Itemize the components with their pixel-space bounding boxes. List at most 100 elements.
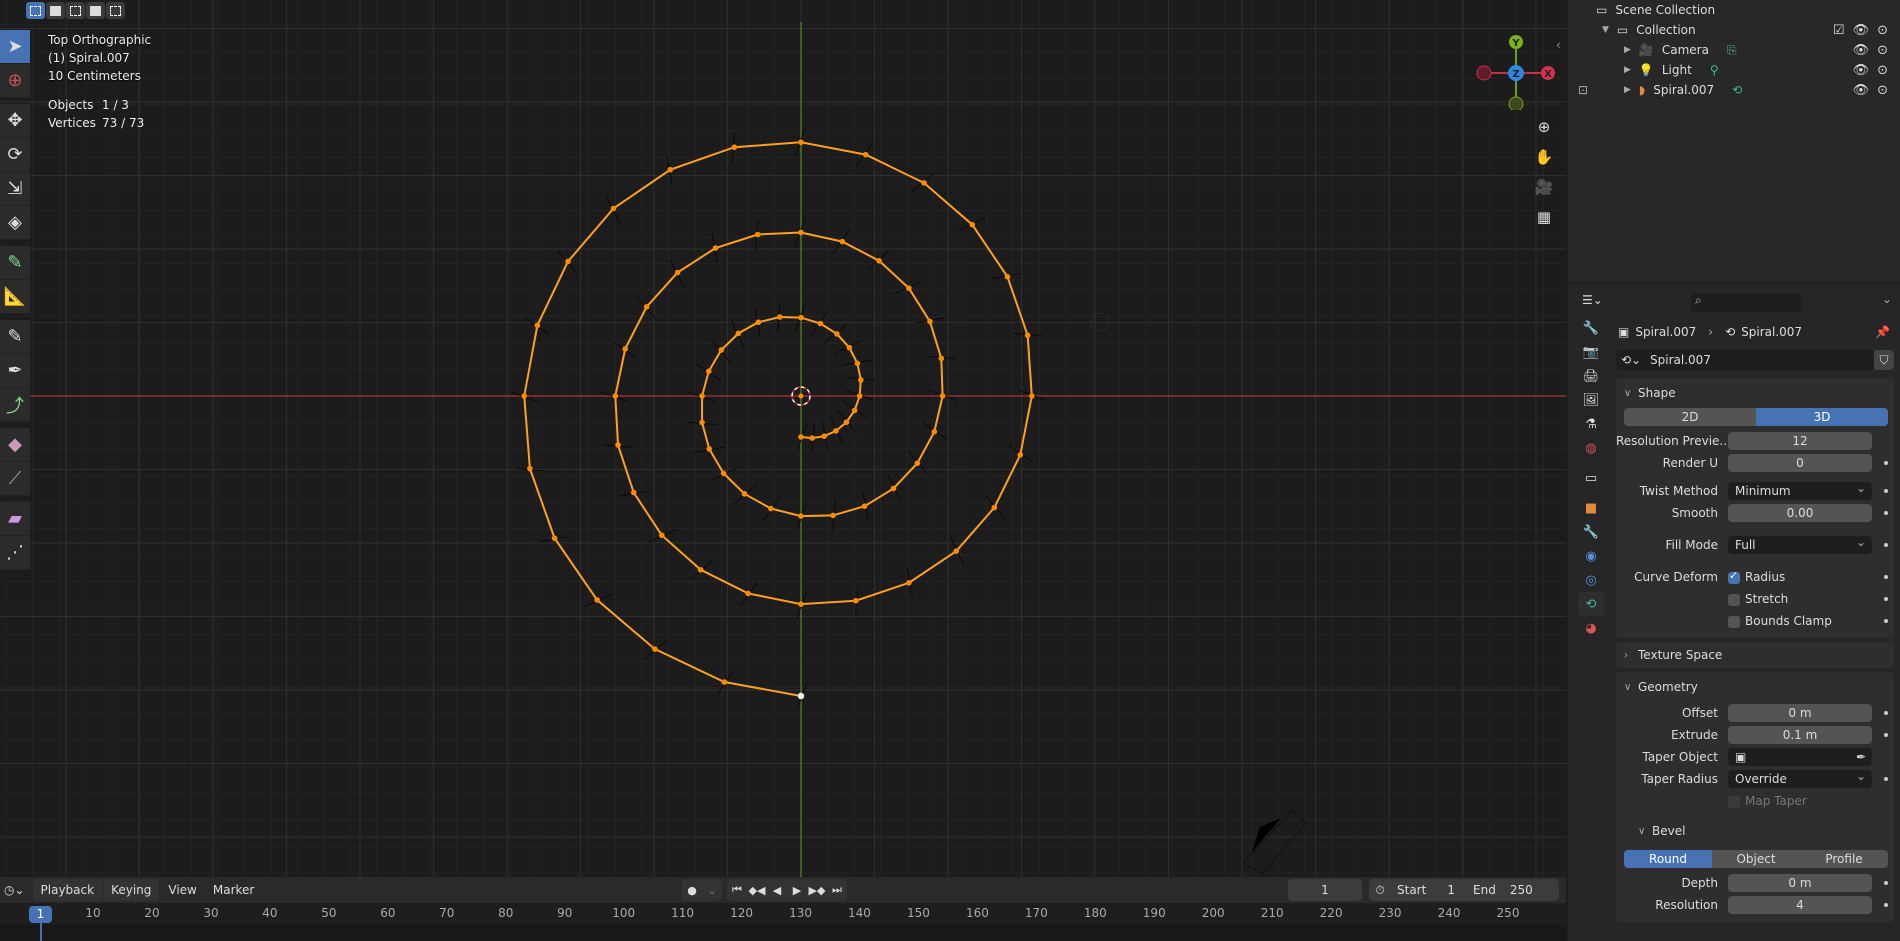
tool-radius[interactable]: ◆ [0, 428, 30, 462]
tool-randomize[interactable]: ⋰ [0, 536, 30, 570]
menu-view[interactable]: View [160, 883, 204, 897]
3d-viewport[interactable]: Top Orthographic (1) Spiral.007 10 Centi… [0, 0, 1566, 877]
timeline[interactable]: 1 10 20 30 40 50 60 70 80 90 100 110 120 130 140 150 16… [0, 903, 1566, 941]
render-icon[interactable]: ⊙ [1877, 23, 1888, 38]
stretch-checkbox[interactable]: Stretch [1728, 592, 1788, 606]
keyframe-dot[interactable] [1884, 733, 1888, 737]
keyframe-dot[interactable] [1884, 543, 1888, 547]
outliner-item-camera[interactable]: ▶ 🎥 Camera ⎘ 👁 ⊙ [1568, 40, 1900, 60]
keyframe-dot[interactable] [1884, 575, 1888, 579]
keyframe-dot[interactable] [1884, 511, 1888, 515]
tool-scale[interactable]: ⇲ [0, 172, 30, 206]
editor-type-icon[interactable]: ◷⌄ [0, 883, 29, 897]
render-icon[interactable]: ⊙ [1877, 63, 1888, 78]
camera-view-button[interactable]: 🎥 [1532, 175, 1556, 199]
keyframe-dot[interactable] [1884, 489, 1888, 493]
tab-scene[interactable]: ⚗ [1578, 412, 1604, 436]
pan-view-button[interactable]: ✋ [1532, 145, 1556, 169]
fill-mode-dropdown[interactable]: Full [1728, 533, 1872, 554]
datablock-name-field[interactable]: Spiral.007 [1646, 353, 1874, 367]
expand-icon[interactable]: ▶ [1624, 65, 1631, 75]
gizmo-neg-x[interactable] [1476, 65, 1492, 81]
menu-keying[interactable]: Keying [103, 879, 161, 901]
jump-start-button[interactable]: ⏮ [727, 879, 747, 901]
render-icon[interactable]: ⊙ [1877, 43, 1888, 58]
select-mode-set-button[interactable] [26, 2, 45, 19]
bounds-clamp-checkbox[interactable]: Bounds Clamp [1728, 614, 1832, 628]
offset-field[interactable]: 0 m [1728, 704, 1872, 722]
select-mode-subtract-button[interactable] [66, 2, 85, 19]
eye-icon[interactable]: 👁 [1853, 43, 1870, 58]
start-frame-field[interactable]: Start 1 [1391, 883, 1461, 897]
keyframe-dot[interactable] [1884, 619, 1888, 623]
tool-select-box[interactable]: ➤ [0, 30, 30, 64]
menu-marker[interactable]: Marker [205, 883, 262, 897]
end-frame-field[interactable]: End 250 [1473, 883, 1533, 897]
pin-icon[interactable]: 📌 [1875, 325, 1890, 339]
tab-view-layer[interactable]: 🖼 [1578, 388, 1604, 412]
tool-extrude[interactable]: ▰ [0, 502, 30, 536]
menu-playback[interactable]: Playback [33, 879, 104, 901]
tool-move[interactable]: ✥ [0, 104, 30, 138]
playhead[interactable]: 1 [29, 906, 52, 923]
prev-keyframe-button[interactable]: ◆◀ [747, 879, 767, 901]
tool-tilt[interactable]: ⟋ [0, 462, 30, 496]
camera-data-icon[interactable]: ⎘ [1727, 43, 1737, 58]
bevel-object-button[interactable]: Object [1712, 850, 1800, 868]
play-reverse-button[interactable]: ◀ [767, 879, 787, 901]
select-mode-difference-button[interactable] [86, 2, 105, 19]
curve-browse-icon[interactable]: ⟲⌄ [1616, 353, 1646, 367]
gizmo-neg-y[interactable] [1508, 96, 1524, 110]
tab-particles[interactable]: ◉ [1578, 544, 1604, 568]
tab-material[interactable]: ◕ [1578, 616, 1604, 640]
taper-radius-dropdown[interactable]: Override [1728, 767, 1872, 788]
eyedropper-icon[interactable]: ✒ [1856, 748, 1866, 766]
auto-keying-toggle[interactable]: ● ⌄ [682, 879, 722, 901]
render-icon[interactable]: ⊙ [1877, 83, 1888, 98]
expand-icon[interactable]: ▶ [1624, 45, 1631, 55]
next-keyframe-button[interactable]: ▶◆ [807, 879, 827, 901]
bevel-resolution-field[interactable]: 4 [1728, 896, 1872, 914]
keyframe-dot[interactable] [1884, 903, 1888, 907]
tab-tool[interactable]: 🔧 [1578, 316, 1604, 340]
bevel-profile-button[interactable]: Profile [1800, 850, 1888, 868]
tab-world[interactable]: ◍ [1578, 436, 1604, 460]
zoom-view-button[interactable]: ⊕ [1532, 115, 1556, 139]
eye-icon[interactable]: 👁 [1853, 23, 1870, 38]
navigation-gizmo[interactable]: X Y Z [1476, 30, 1556, 110]
extrude-field[interactable]: 0.1 m [1728, 726, 1872, 744]
tab-output[interactable]: 🖨 [1578, 364, 1604, 388]
viewport-canvas[interactable] [0, 0, 1566, 877]
outliner-collection[interactable]: ▼ ▭ Collection ☑ 👁 ⊙ [1568, 20, 1900, 40]
depth-field[interactable]: 0 m [1728, 874, 1872, 892]
resolution-preview-field[interactable]: 12 [1728, 432, 1872, 450]
radius-checkbox[interactable]: Radius [1728, 569, 1785, 584]
curve-data-icon[interactable]: ⟲ [1732, 83, 1742, 97]
sidebar-toggle-icon[interactable]: ‹ [1556, 38, 1561, 52]
tool-transform[interactable]: ◈ [0, 206, 30, 240]
outliner-item-spiral[interactable]: ⊡ ▶ ◗ Spiral.007 ⟲ 👁 ⊙ [1568, 80, 1900, 100]
keyframe-dot[interactable] [1884, 711, 1888, 715]
expand-icon[interactable]: ▶ [1624, 85, 1631, 95]
dim-2d-button[interactable]: 2D [1624, 408, 1756, 426]
tool-annotate[interactable]: ✎ [0, 246, 30, 280]
shape-panel-header[interactable]: ∨ Shape [1616, 382, 1894, 404]
outliner-item-light[interactable]: ▶ 💡 Light ⚲ 👁 ⊙ [1568, 60, 1900, 80]
outliner-scene-collection[interactable]: ▭ Scene Collection [1568, 0, 1900, 20]
ortho-toggle-button[interactable]: ▦ [1532, 205, 1556, 229]
editor-type-button[interactable]: ☰⌄ [1582, 293, 1603, 307]
tab-physics[interactable]: ◎ [1578, 568, 1604, 592]
tool-rotate[interactable]: ⟳ [0, 138, 30, 172]
tool-measure[interactable]: 📐 [0, 280, 30, 314]
play-button[interactable]: ▶ [787, 879, 807, 901]
render-u-field[interactable]: 0 [1728, 454, 1872, 472]
select-mode-intersect-button[interactable] [106, 2, 125, 19]
options-dropdown[interactable]: ⌄ [1882, 292, 1892, 306]
eye-icon[interactable]: 👁 [1853, 63, 1870, 78]
dim-3d-button[interactable]: 3D [1756, 408, 1888, 426]
tool-cursor[interactable]: ⊕ [0, 64, 30, 98]
current-frame-field[interactable]: 1 [1288, 879, 1362, 901]
jump-end-button[interactable]: ⏭ [827, 879, 847, 901]
texture-space-header[interactable]: › Texture Space [1616, 644, 1894, 666]
twist-method-dropdown[interactable]: Minimum [1728, 479, 1872, 500]
